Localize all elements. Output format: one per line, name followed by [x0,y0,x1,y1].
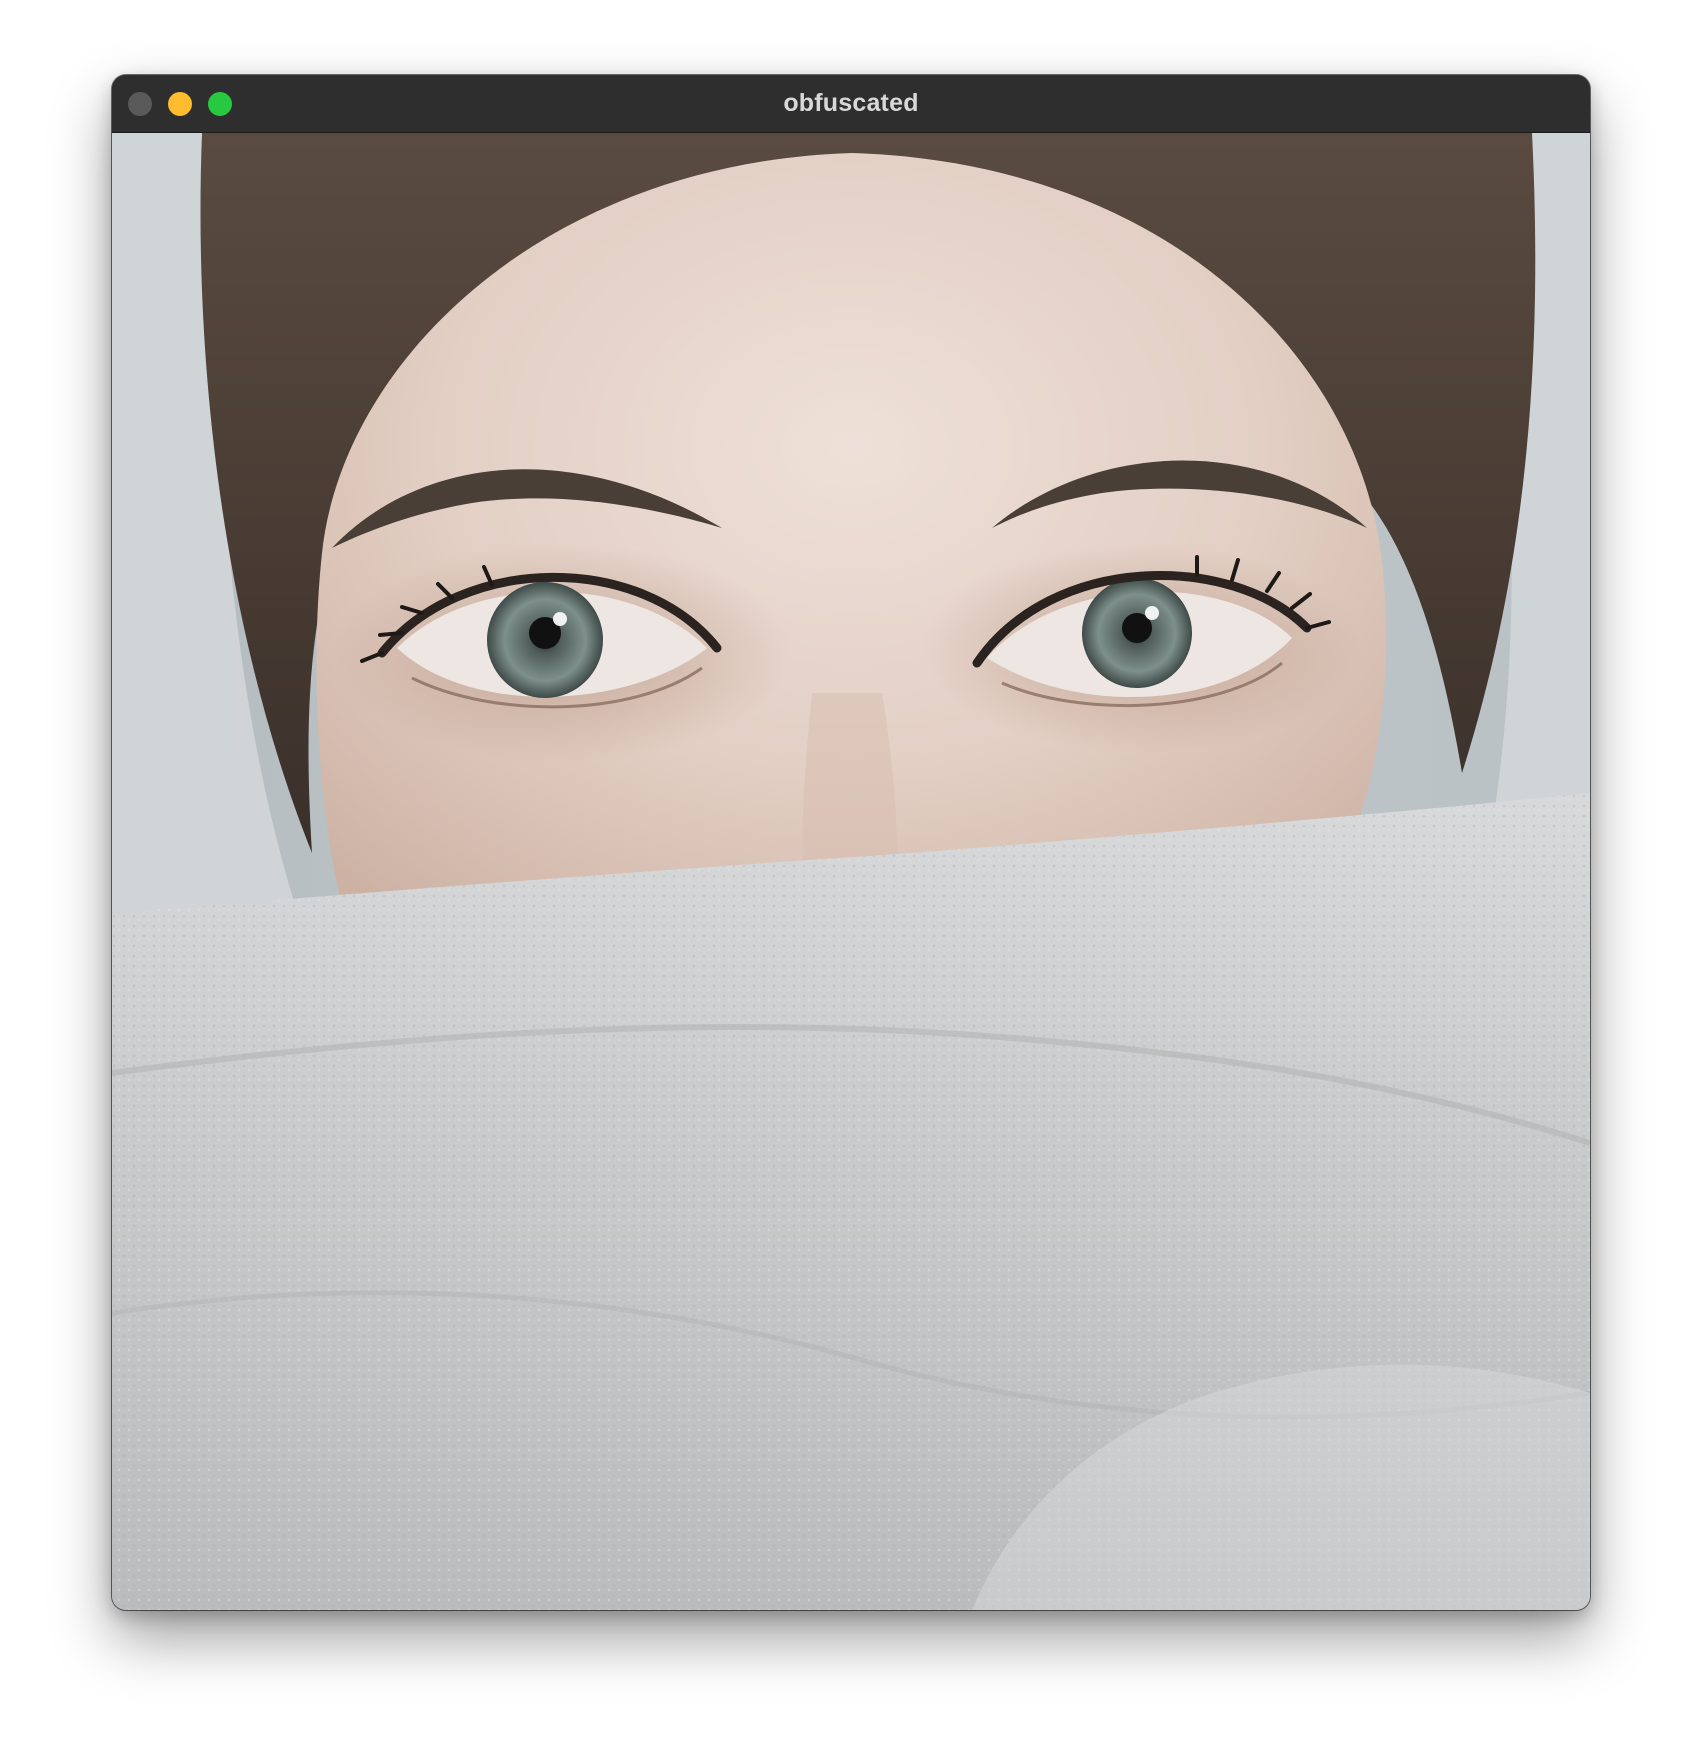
photo-viewport [112,133,1590,1610]
window-title: obfuscated [783,89,919,117]
title-bar[interactable]: obfuscated [112,75,1590,133]
app-window: obfuscated [112,75,1590,1610]
portrait-photo [112,133,1590,1610]
